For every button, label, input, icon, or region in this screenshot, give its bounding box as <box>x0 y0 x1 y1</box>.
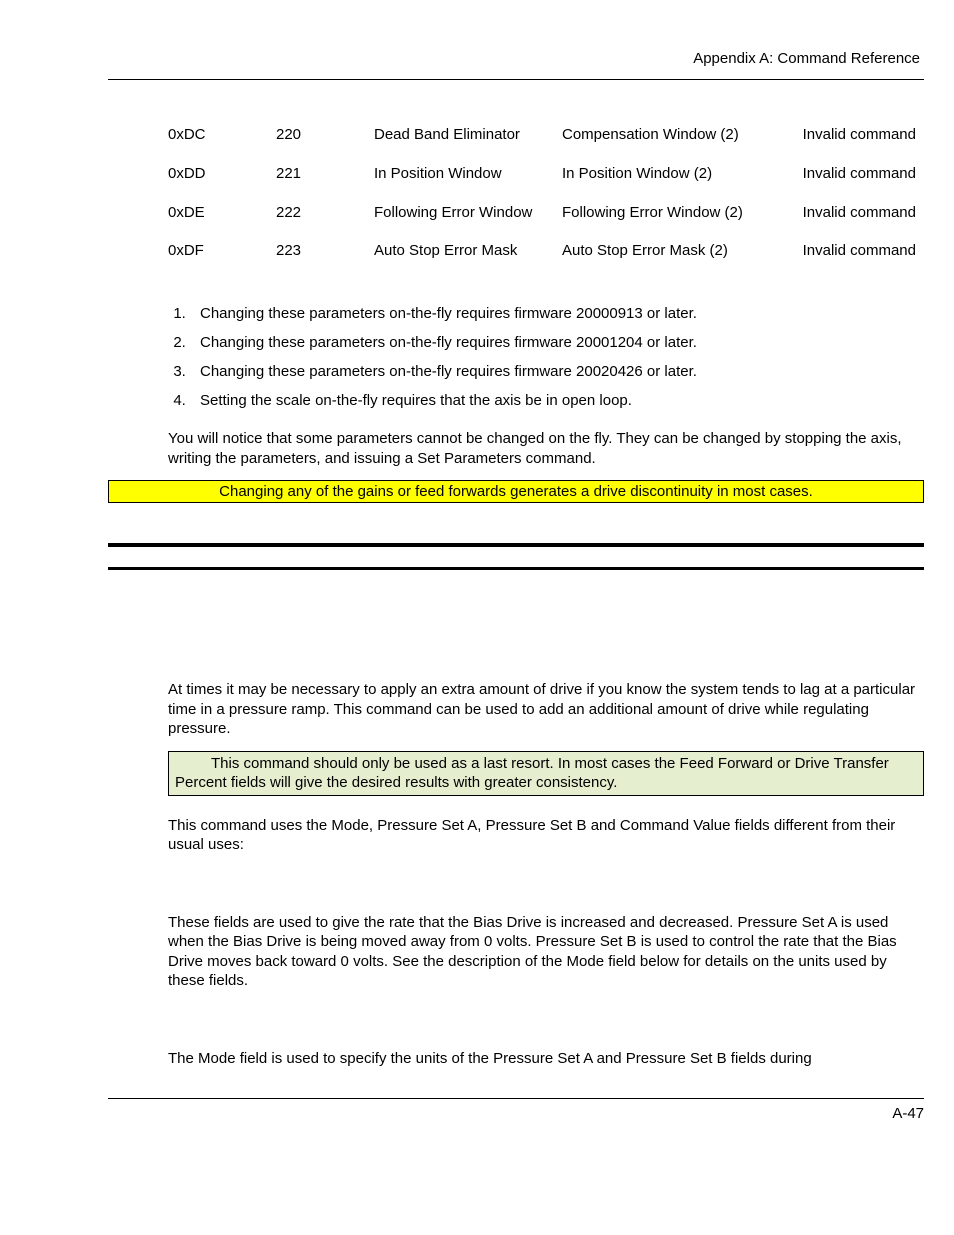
cell-hex: 0xDE <box>168 198 276 237</box>
cell-status: Invalid command <box>790 159 924 198</box>
cell-name1: In Position Window <box>374 159 562 198</box>
cell-dec: 221 <box>276 159 374 198</box>
cell-name2: Following Error Window (2) <box>562 198 790 237</box>
cell-status: Invalid command <box>790 236 924 275</box>
cell-dec: 222 <box>276 198 374 237</box>
warning-box: Changing any of the gains or feed forwar… <box>108 480 924 503</box>
table-row: 0xDD 221 In Position Window In Position … <box>168 159 924 198</box>
cell-hex: 0xDD <box>168 159 276 198</box>
paragraph: These fields are used to give the rate t… <box>168 913 924 991</box>
list-item: Changing these parameters on-the-fly req… <box>190 363 924 380</box>
paragraph: The Mode field is used to specify the un… <box>168 1049 924 1069</box>
list-item: Changing these parameters on-the-fly req… <box>190 305 924 322</box>
paragraph: At times it may be necessary to apply an… <box>168 680 924 739</box>
table-row: 0xDC 220 Dead Band Eliminator Compensati… <box>168 120 924 159</box>
cell-name2: Auto Stop Error Mask (2) <box>562 236 790 275</box>
main-content: 0xDC 220 Dead Band Eliminator Compensati… <box>108 80 924 1122</box>
cell-status: Invalid command <box>790 198 924 237</box>
cell-name1: Dead Band Eliminator <box>374 120 562 159</box>
section-rule <box>108 543 924 547</box>
cell-name1: Following Error Window <box>374 198 562 237</box>
cell-hex: 0xDC <box>168 120 276 159</box>
page-footer: A-47 <box>108 1098 924 1122</box>
list-item: Changing these parameters on-the-fly req… <box>190 334 924 351</box>
paragraph: You will notice that some parameters can… <box>168 429 924 468</box>
cell-name2: Compensation Window (2) <box>562 120 790 159</box>
notes-list: Changing these parameters on-the-fly req… <box>168 305 924 409</box>
cell-name2: In Position Window (2) <box>562 159 790 198</box>
page-number: A-47 <box>892 1105 924 1122</box>
cell-dec: 220 <box>276 120 374 159</box>
cell-status: Invalid command <box>790 120 924 159</box>
page-header: Appendix A: Command Reference <box>108 50 924 80</box>
breadcrumb: Appendix A: Command Reference <box>108 50 924 71</box>
cell-hex: 0xDF <box>168 236 276 275</box>
note-box: This command should only be used as a la… <box>168 751 924 796</box>
section-bias-drive: At times it may be necessary to apply an… <box>168 570 924 1068</box>
table-row: 0xDF 223 Auto Stop Error Mask Auto Stop … <box>168 236 924 275</box>
table-row: 0xDE 222 Following Error Window Followin… <box>168 198 924 237</box>
list-item: Setting the scale on-the-fly requires th… <box>190 392 924 409</box>
cell-dec: 223 <box>276 236 374 275</box>
cell-name1: Auto Stop Error Mask <box>374 236 562 275</box>
parameter-table: 0xDC 220 Dead Band Eliminator Compensati… <box>168 120 924 275</box>
paragraph: This command uses the Mode, Pressure Set… <box>168 816 924 855</box>
